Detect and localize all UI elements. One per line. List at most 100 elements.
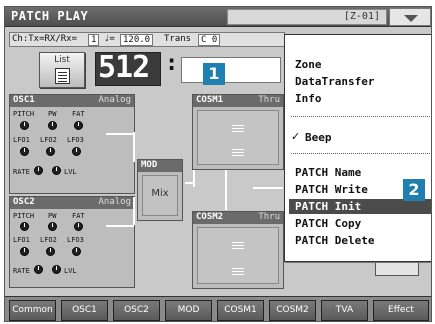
osc1-rate-knob[interactable] — [34, 166, 43, 175]
transpose-label: Trans — [164, 34, 192, 44]
screen-title: PATCH PLAY — [11, 9, 89, 23]
osc1-fat-label: FAT — [72, 110, 85, 118]
cosm1-inner — [197, 110, 279, 165]
tab-mod[interactable]: MOD — [165, 300, 212, 321]
tab-osc2[interactable]: OSC2 — [113, 300, 160, 321]
tab-cosm1[interactable]: COSM1 — [217, 300, 264, 321]
mod-name: MOD — [141, 160, 158, 170]
osc2-lvl-knob[interactable] — [52, 265, 61, 274]
cosm2-name: COSM2 — [196, 212, 224, 222]
osc1-lfo3-label: LFO3 — [67, 136, 84, 144]
osc1-pw-label: PW — [48, 110, 57, 118]
osc2-lvl-label: LVL — [64, 267, 77, 275]
osc1-pitch-knob[interactable] — [20, 121, 29, 130]
osc1-header: OSC1 Analog — [10, 95, 134, 107]
mod-header: MOD — [138, 160, 182, 172]
osc1-pw-knob[interactable] — [48, 121, 57, 130]
osc1-lvl-knob[interactable] — [52, 166, 61, 175]
osc1-lvl-label: LVL — [64, 168, 77, 176]
osc1-wire — [106, 133, 134, 135]
osc2-name: OSC2 — [13, 197, 35, 207]
cosm2-inner — [197, 227, 279, 284]
tab-cosm2[interactable]: COSM2 — [269, 300, 316, 321]
cosm1-name: COSM1 — [196, 95, 224, 105]
cosm1-wave-icon-2 — [232, 147, 244, 157]
osc2-pw-knob[interactable] — [48, 222, 57, 231]
cosm2-header: COSM2 Thru — [193, 212, 283, 224]
menu-separator — [291, 153, 431, 154]
list-document-icon — [55, 68, 70, 84]
menu-button[interactable] — [389, 8, 431, 26]
tab-osc1[interactable]: OSC1 — [61, 300, 108, 321]
osc1-type: Analog — [98, 95, 131, 105]
osc2-fat-knob[interactable] — [74, 222, 83, 231]
cosm2-wave-icon — [232, 240, 244, 250]
mod-value: Mix — [151, 188, 169, 199]
tab-common[interactable]: Common — [9, 300, 56, 321]
menu-item-beep[interactable]: Beep — [299, 130, 431, 145]
menu-item-patch-name[interactable]: PATCH Name — [289, 165, 431, 180]
cosm-out-wire — [253, 187, 283, 189]
cosm1-type: Thru — [258, 95, 280, 105]
osc2-rate-label: RATE — [13, 267, 30, 275]
cosm1-to-cosm2-wire — [225, 170, 227, 210]
osc2-wire — [106, 225, 134, 227]
patch-number-box: 512 — [95, 50, 161, 86]
osc1-lfo2-label: LFO2 — [40, 136, 57, 144]
osc2-lfo2-knob[interactable] — [46, 247, 55, 256]
osc2-header: OSC2 Analog — [10, 197, 134, 209]
patch-name-field[interactable] — [181, 57, 281, 83]
menu-separator — [291, 116, 431, 117]
zone-indicator-field: [Z-01] — [227, 9, 387, 25]
zone-indicator: [Z-01] — [343, 11, 380, 22]
menu-item-info[interactable]: Info — [289, 91, 431, 106]
osc1-rate-label: RATE — [13, 168, 30, 176]
osc1-lfo1-label: LFO1 — [13, 136, 30, 144]
tab-tva[interactable]: TVA — [321, 300, 368, 321]
menu-item-patch-init[interactable]: PATCH Init — [289, 199, 431, 214]
osc2-fat-label: FAT — [72, 212, 85, 220]
osc2-pitch-label: PITCH — [13, 212, 35, 220]
title-bar: PATCH PLAY [Z-01] — [5, 7, 431, 27]
mod-inner: Mix — [142, 175, 178, 216]
osc1-lfo2-knob[interactable] — [46, 147, 55, 156]
callout-1: 1 — [203, 63, 225, 85]
osc2-pw-label: PW — [48, 212, 57, 220]
info-strip: Ch:Tx=RX/Rx= 1 ♩= 120.0 Trans C 0 — [9, 32, 285, 47]
tempo-note-icon: ♩= — [104, 34, 115, 44]
menu-item-zone[interactable]: Zone — [289, 57, 431, 72]
tab-effect[interactable]: Effect — [373, 300, 429, 321]
osc1-lfo3-knob[interactable] — [72, 147, 81, 156]
list-button-label: List — [54, 55, 70, 65]
osc2-lfo1-label: LFO1 — [13, 236, 30, 244]
osc2-lfo1-knob[interactable] — [20, 247, 29, 256]
osc2-block[interactable]: OSC2 Analog PITCH PW FAT LFO1 LFO2 LFO3 … — [9, 196, 135, 288]
osc1-fat-knob[interactable] — [74, 121, 83, 130]
menu-item-datatransfer[interactable]: DataTransfer — [289, 74, 431, 89]
mod-block[interactable]: MOD Mix — [137, 159, 183, 221]
patch-number: 512 — [98, 50, 150, 85]
cosm1-block[interactable]: COSM1 Thru — [192, 94, 284, 170]
osc2-rate-knob[interactable] — [34, 265, 43, 274]
menu-item-patch-copy[interactable]: PATCH Copy — [289, 216, 431, 231]
channel-label: Ch:Tx=RX/Rx= — [12, 34, 78, 44]
osc2-pitch-knob[interactable] — [20, 222, 29, 231]
osc1-pitch-label: PITCH — [13, 110, 35, 118]
osc1-to-mod-wire — [133, 132, 135, 162]
osc1-lfo1-knob[interactable] — [20, 147, 29, 156]
patch-menu-dropdown: Zone DataTransfer Info ✓ Beep PATCH Name… — [284, 34, 431, 262]
menu-item-patch-delete[interactable]: PATCH Delete — [289, 233, 431, 248]
list-button[interactable]: List — [39, 52, 85, 88]
osc2-lfo3-label: LFO3 — [67, 236, 84, 244]
tempo-value[interactable]: 120.0 — [120, 34, 154, 46]
menu-triangle-icon — [404, 15, 418, 22]
cosm1-header: COSM1 Thru — [193, 95, 283, 107]
cosm2-type: Thru — [258, 212, 280, 222]
callout-2: 2 — [403, 179, 425, 201]
osc2-type: Analog — [98, 197, 131, 207]
cosm2-block[interactable]: COSM2 Thru — [192, 211, 284, 289]
osc1-block[interactable]: OSC1 Analog PITCH PW FAT LFO1 LFO2 LFO3 … — [9, 94, 135, 194]
osc2-lfo3-knob[interactable] — [72, 247, 81, 256]
channel-value[interactable]: 1 — [88, 34, 100, 46]
transpose-value[interactable]: C 0 — [198, 34, 221, 46]
